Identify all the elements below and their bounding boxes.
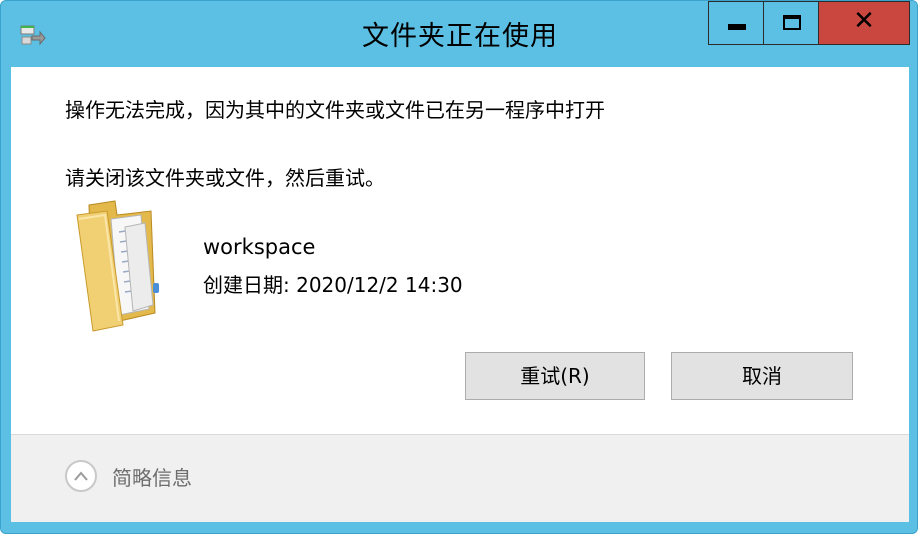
close-button[interactable]: ✕ <box>818 1 910 45</box>
file-name: workspace <box>203 235 316 259</box>
chevron-up-icon <box>65 460 97 492</box>
error-message: 操作无法完成，因为其中的文件夹或文件已在另一程序中打开 <box>65 98 605 122</box>
dialog-footer: 简略信息 <box>11 435 909 522</box>
maximize-button[interactable] <box>763 1 819 45</box>
title-bar[interactable]: 文件夹正在使用 ✕ <box>1 1 917 65</box>
dialog-content: 操作无法完成，因为其中的文件夹或文件已在另一程序中打开 请关闭该文件夹或文件，然… <box>11 67 909 522</box>
retry-button[interactable]: 重试(R) <box>465 352 645 400</box>
maximize-icon <box>783 15 801 30</box>
minimize-button[interactable] <box>708 1 764 45</box>
fewer-details-label: 简略信息 <box>112 465 192 490</box>
minimize-icon <box>728 24 746 30</box>
dialog-window: 文件夹正在使用 ✕ 操作无法完成，因为其中的文件夹或文件已在另一程序中打开 请关… <box>0 0 918 534</box>
file-created-date: 创建日期: 2020/12/2 14:30 <box>203 273 463 297</box>
instruction-message: 请关闭该文件夹或文件，然后重试。 <box>65 166 385 190</box>
folder-icon <box>71 197 171 332</box>
cancel-button[interactable]: 取消 <box>671 352 853 400</box>
close-icon: ✕ <box>853 6 875 36</box>
fewer-details-toggle[interactable]: 简略信息 <box>65 458 192 494</box>
